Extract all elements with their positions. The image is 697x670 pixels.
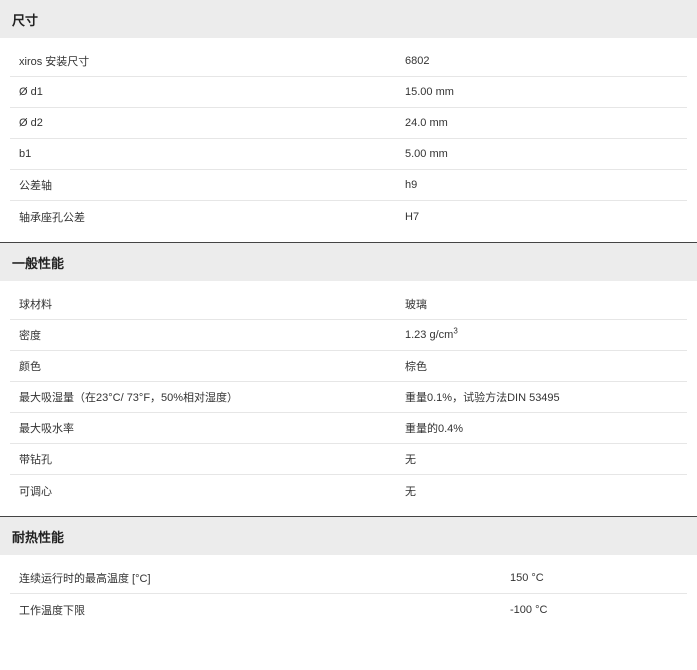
spec-row: 最大吸湿量（在23°C/ 73°F，50%相对湿度） 重量0.1%，试验方法DI… — [10, 382, 687, 413]
spec-label: 带钻孔 — [19, 454, 52, 466]
spec-table: 球材料 玻璃 密度 1.23 g/cm3 颜色 棕色 最大吸湿量（在23°C/ … — [0, 281, 697, 516]
spec-row: Ø d1 15.00 mm — [10, 77, 687, 108]
spec-label: b1 — [19, 148, 32, 160]
spec-label: 公差轴 — [19, 180, 52, 192]
spec-value: 1.23 g/cm3 — [405, 326, 458, 341]
spec-value: h9 — [405, 179, 418, 191]
density-value: 1.23 g/cm — [405, 329, 454, 341]
spec-label: Ø d2 — [19, 117, 43, 129]
spec-value: 无 — [405, 485, 416, 498]
spec-value: 重量的0.4% — [405, 423, 464, 435]
spec-row: 公差轴 h9 — [10, 170, 687, 201]
spec-value: 无 — [405, 454, 416, 466]
spec-row: 颜色 棕色 — [10, 351, 687, 382]
spec-value: 5.00 mm — [405, 148, 448, 160]
spec-table: 连续运行时的最高温度 [°C] 150 °C 工作温度下限 -100 °C — [0, 555, 697, 635]
spec-row: 轴承座孔公差 H7 — [10, 201, 687, 232]
section-title: 耐热性能 — [0, 517, 697, 555]
spec-label: 密度 — [19, 330, 41, 342]
spec-row: 球材料 玻璃 — [10, 289, 687, 320]
spec-row: 可调心 无 — [10, 475, 687, 506]
spec-row: Ø d2 24.0 mm — [10, 108, 687, 139]
spec-label: 颜色 — [19, 361, 41, 373]
spec-label: 球材料 — [19, 299, 52, 311]
spec-label: 可调心 — [19, 485, 52, 498]
section-thermal-properties: 耐热性能 连续运行时的最高温度 [°C] 150 °C 工作温度下限 -100 … — [0, 517, 697, 635]
spec-row: 密度 1.23 g/cm3 — [10, 320, 687, 351]
spec-label: xiros 安装尺寸 — [19, 56, 90, 68]
spec-value: 150 °C — [510, 572, 544, 584]
spec-row: 连续运行时的最高温度 [°C] 150 °C — [10, 563, 687, 594]
section-dimensions: 尺寸 xiros 安装尺寸 6802 Ø d1 15.00 mm Ø d2 24… — [0, 0, 697, 242]
spec-row: 最大吸水率 重量的0.4% — [10, 413, 687, 444]
spec-value: 15.00 mm — [405, 86, 454, 98]
density-unit-exponent: 3 — [453, 326, 458, 336]
section-general-properties: 一般性能 球材料 玻璃 密度 1.23 g/cm3 颜色 棕色 最大吸湿量（在2… — [0, 243, 697, 516]
spec-label: 轴承座孔公差 — [19, 211, 85, 224]
spec-row: xiros 安装尺寸 6802 — [10, 46, 687, 77]
spec-value: 重量0.1%，试验方法DIN 53495 — [405, 392, 560, 404]
spec-label: 连续运行时的最高温度 [°C] — [19, 573, 151, 585]
spec-row: 带钻孔 无 — [10, 444, 687, 475]
spec-value: 棕色 — [405, 361, 427, 373]
spec-value: 6802 — [405, 55, 430, 67]
spec-value: 24.0 mm — [405, 117, 448, 129]
spec-value: H7 — [405, 210, 420, 223]
spec-table: xiros 安装尺寸 6802 Ø d1 15.00 mm Ø d2 24.0 … — [0, 38, 697, 242]
spec-row: 工作温度下限 -100 °C — [10, 594, 687, 625]
section-title: 一般性能 — [0, 243, 697, 281]
spec-label: Ø d1 — [19, 86, 43, 98]
spec-label: 最大吸水率 — [19, 423, 74, 435]
spec-value: -100 °C — [510, 603, 548, 616]
section-title: 尺寸 — [0, 0, 697, 38]
spec-label: 工作温度下限 — [19, 604, 85, 617]
spec-value: 玻璃 — [405, 299, 427, 311]
spec-label: 最大吸湿量（在23°C/ 73°F，50%相对湿度） — [19, 392, 239, 404]
spec-row: b1 5.00 mm — [10, 139, 687, 170]
